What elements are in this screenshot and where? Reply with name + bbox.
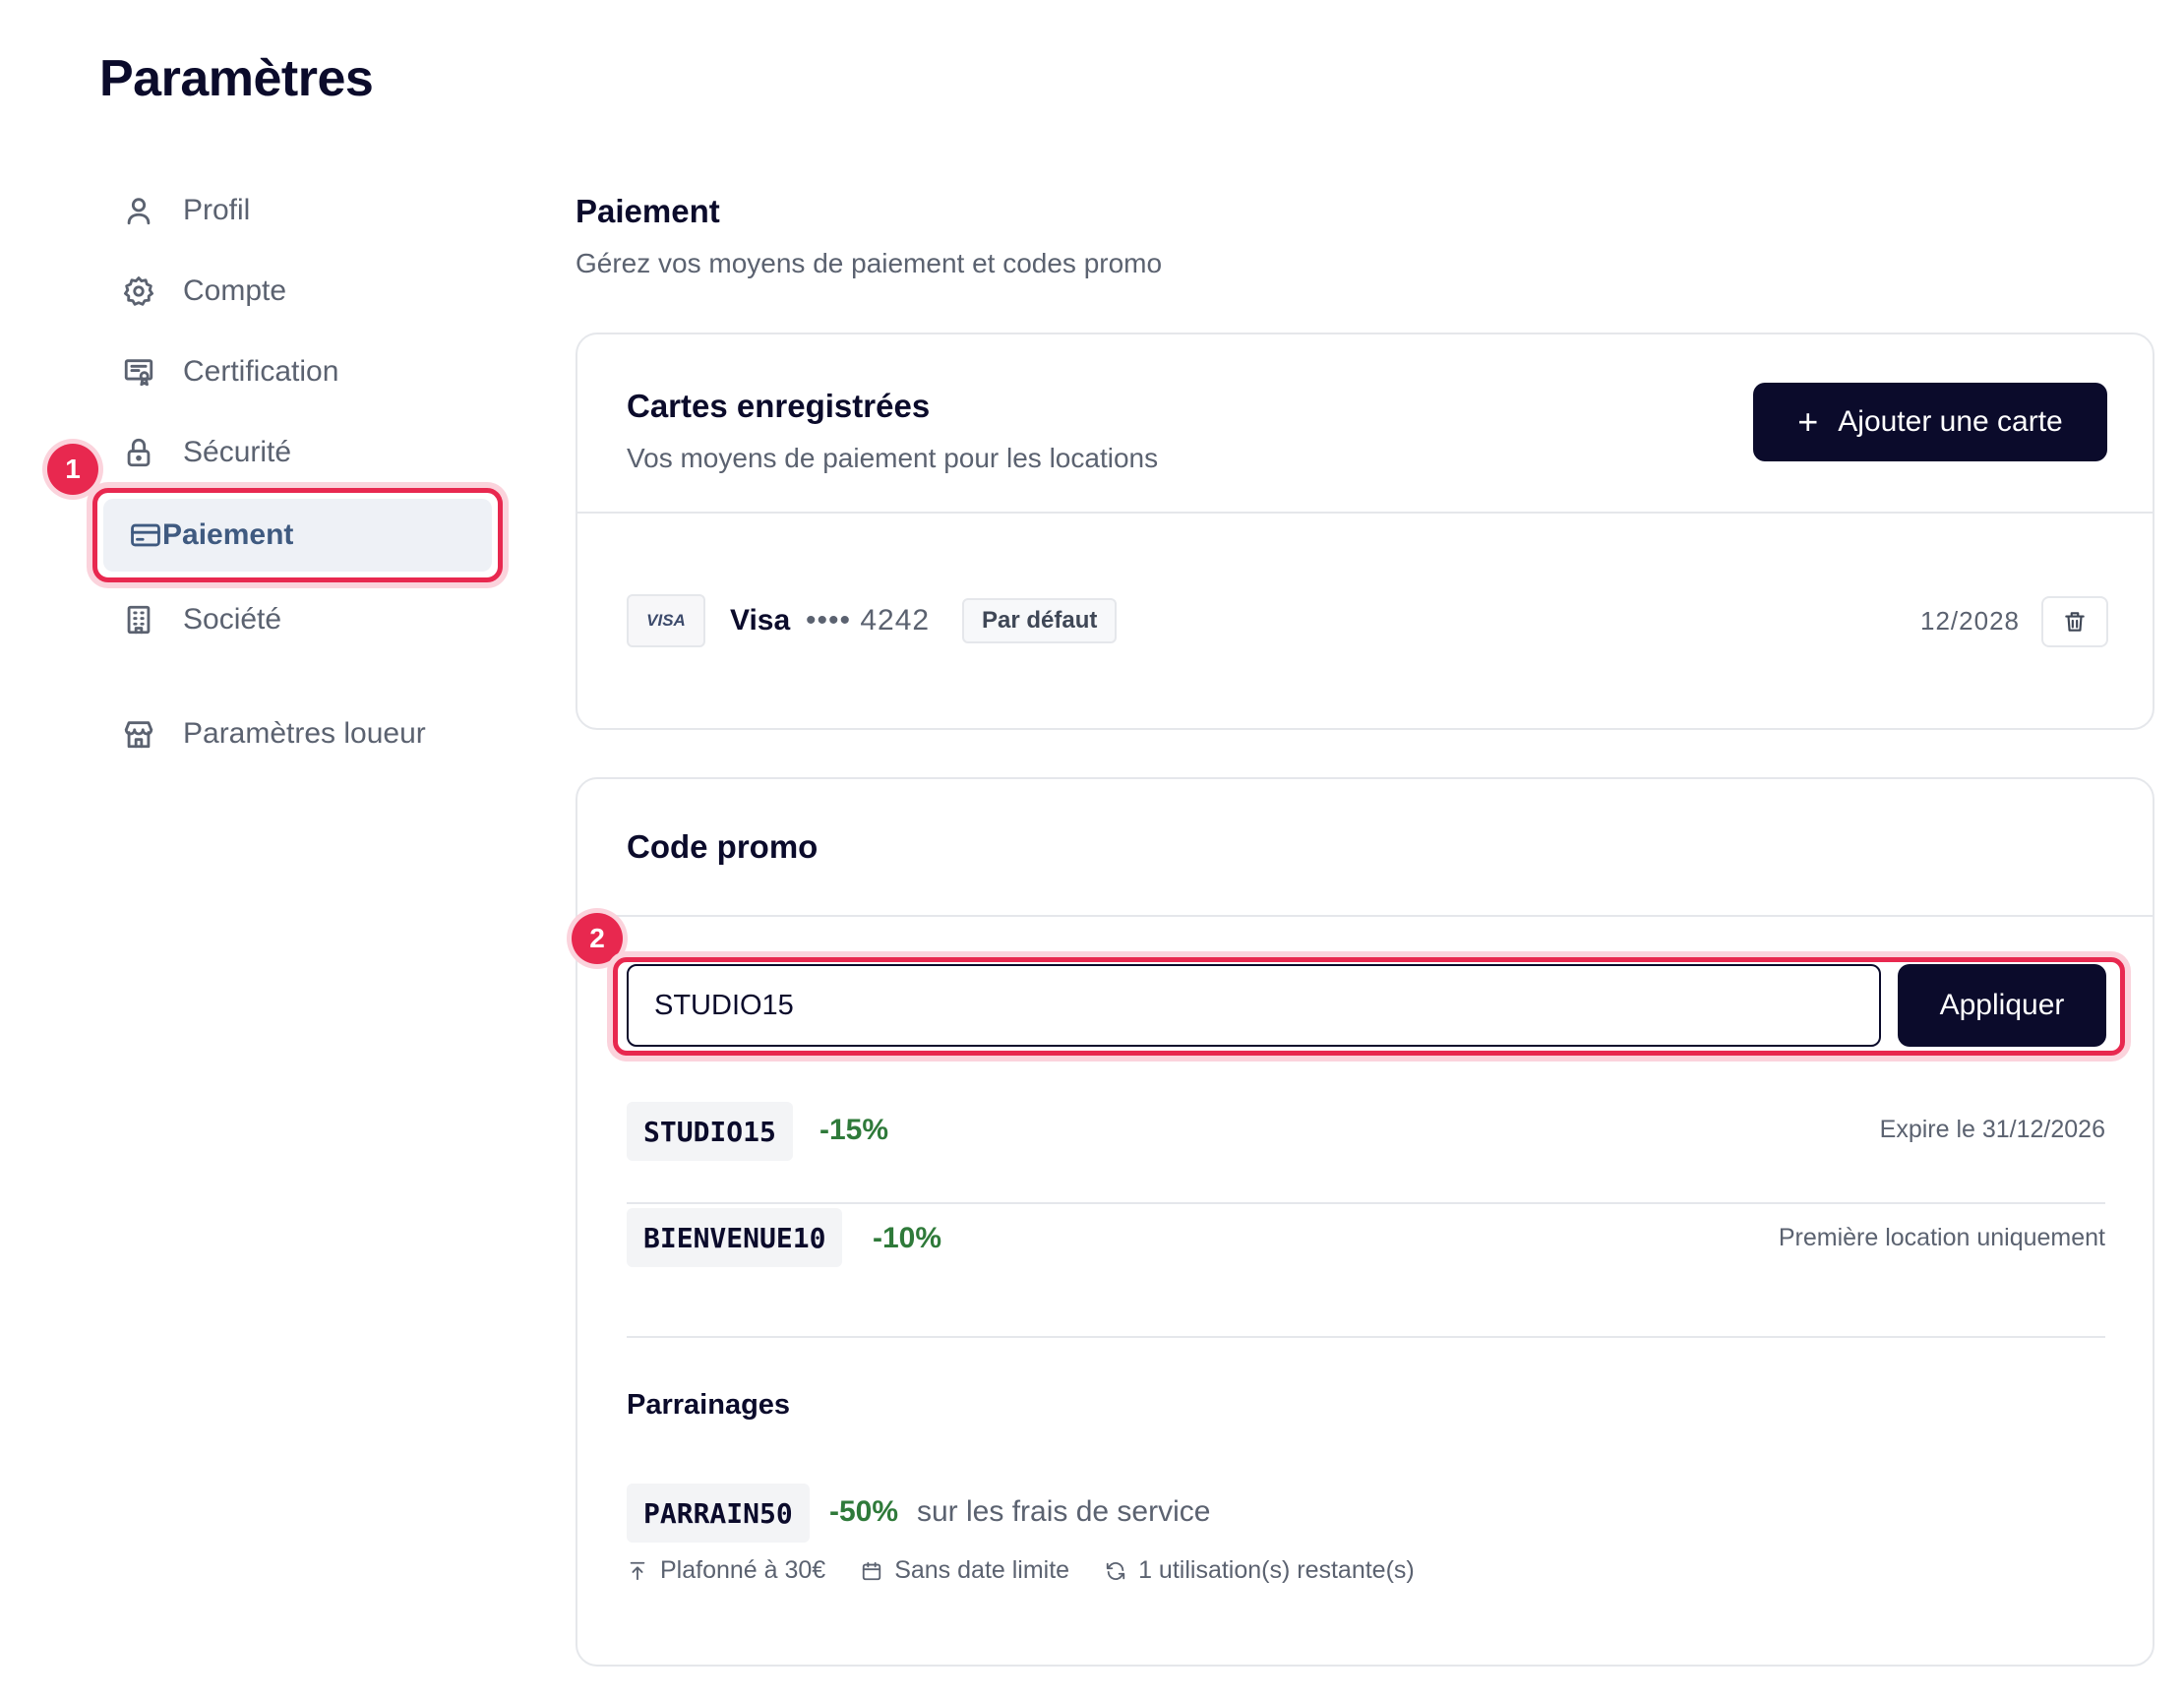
promo-code-panel: Code promo 2 Appliquer STUDIO15 -15% Exp… [572, 777, 2154, 1667]
referral-uses-left: 1 utilisation(s) restante(s) [1105, 1556, 1415, 1585]
store-icon [122, 717, 155, 751]
sidebar-item-compte[interactable]: Compte [122, 262, 286, 321]
promo-discount: -10% [873, 1222, 942, 1254]
sidebar-item-parametres-loueur[interactable]: Paramètres loueur [122, 704, 426, 763]
promo-code-input[interactable] [627, 964, 1881, 1047]
promo-code-chip: BIENVENUE10 [627, 1208, 843, 1267]
card-expiry: 12/2028 [1920, 606, 2020, 636]
lock-icon [122, 436, 155, 469]
divider [627, 1336, 2105, 1338]
referral-discount: -50% [829, 1495, 899, 1528]
referral-no-expiry: Sans date limite [861, 1556, 1069, 1585]
saved-cards-subtitle: Vos moyens de paiement pour les location… [627, 443, 1159, 473]
page-title: Paramètres [99, 50, 374, 107]
sidebar-item-certification[interactable]: Certification [122, 342, 338, 401]
promo-note: Expire le 31/12/2026 [1879, 1116, 2105, 1143]
divider [577, 512, 2153, 514]
default-badge: Par défaut [962, 598, 1118, 643]
certificate-icon [122, 355, 155, 389]
sidebar-item-securite[interactable]: Sécurité [122, 423, 291, 482]
delete-card-button[interactable] [2041, 596, 2108, 647]
divider [577, 915, 2153, 917]
sidebar-item-label: Société [183, 603, 282, 636]
credit-card-icon [129, 518, 162, 552]
visa-logo-icon: VISA [627, 594, 705, 647]
sidebar-item-profil[interactable]: Profil [122, 181, 250, 240]
section-subtitle: Gérez vos moyens de paiement et codes pr… [576, 248, 1163, 278]
sidebar-item-label: Profil [183, 194, 251, 226]
referral-cap: Plafonné à 30€ [627, 1556, 825, 1585]
plus-icon: + [1797, 401, 1819, 442]
sidebar-item-label: Sécurité [183, 436, 292, 468]
saved-cards-panel: Cartes enregistrées Vos moyens de paieme… [576, 333, 2154, 730]
building-icon [122, 603, 155, 637]
trash-icon [2065, 612, 2085, 632]
promo-title: Code promo [627, 828, 819, 865]
apply-button[interactable]: Appliquer [1898, 964, 2106, 1047]
referral-description: sur les frais de service [917, 1495, 1211, 1528]
sidebar-item-societe[interactable]: Société [122, 590, 281, 649]
refresh-icon [1106, 1561, 1125, 1580]
step-1-badge: 1 [47, 444, 98, 495]
calendar-icon [863, 1561, 881, 1580]
promo-note: Première location uniquement [1778, 1224, 2105, 1251]
referrals-title: Parrainages [627, 1389, 791, 1421]
sidebar-item-label: Paiement [162, 518, 294, 551]
card-masked-number: •••• 4242 [806, 604, 931, 637]
gear-icon [122, 274, 155, 308]
arrow-up-to-line-icon [630, 1561, 645, 1580]
saved-cards-title: Cartes enregistrées [627, 388, 931, 424]
divider [627, 1202, 2105, 1204]
card-brand: Visa [730, 604, 791, 637]
sidebar-item-label: Paramètres loueur [183, 717, 426, 750]
promo-discount: -15% [819, 1114, 889, 1146]
add-card-button[interactable]: + Ajouter une carte [1753, 383, 2107, 461]
user-icon [122, 194, 155, 227]
sidebar-item-label: Compte [183, 274, 287, 307]
sidebar-item-label: Certification [183, 355, 339, 388]
sidebar-item-paiement[interactable]: Paiement [92, 488, 503, 582]
referral-meta: Plafonné à 30€ Sans date limite 1 utilis… [627, 1556, 1450, 1585]
step-2-badge: 2 [572, 913, 623, 964]
referral-code-chip: PARRAIN50 [627, 1484, 810, 1543]
section-title: Paiement [576, 193, 720, 229]
promo-code-chip: STUDIO15 [627, 1102, 793, 1161]
